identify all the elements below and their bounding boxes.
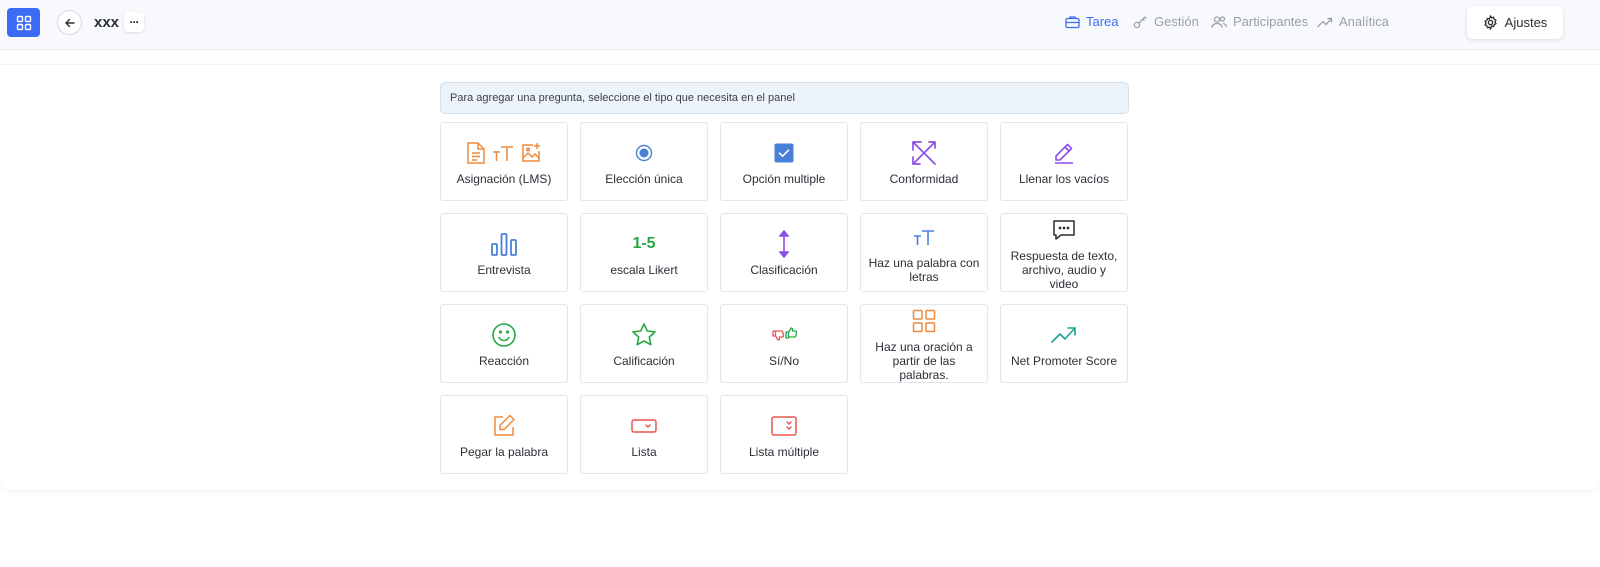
question-type-label: Haz una oración a partir de las palabras…	[875, 339, 973, 382]
trending-up-icon	[1317, 17, 1333, 27]
question-type-tile[interactable]: Opción multiple	[720, 122, 848, 201]
briefcase-icon	[1065, 15, 1080, 28]
checkbox-icon	[774, 143, 794, 162]
settings-button[interactable]: Ajustes	[1467, 6, 1563, 39]
pencil-icon	[1055, 143, 1073, 164]
document-icon	[467, 141, 485, 164]
smile-icon	[492, 322, 516, 347]
question-type-label: escala Likert	[610, 262, 678, 277]
text-size-icon	[493, 145, 513, 161]
question-type-tile[interactable]: Conformidad	[860, 122, 988, 201]
question-type-label: Opción multiple	[742, 171, 826, 186]
hint-banner: Para agregar una pregunta, seleccione el…	[440, 82, 1129, 114]
question-type-tile[interactable]: 1-5 escala Likert	[580, 213, 708, 292]
project-title: xxx	[94, 14, 120, 31]
question-type-tile[interactable]: Calificación	[580, 304, 708, 383]
tab-label: Gestión	[1154, 14, 1199, 29]
question-type-tile[interactable]: Haz una oración a partir de las palabras…	[860, 304, 988, 383]
match-arrows-icon	[912, 140, 936, 165]
top-bar: xxx ··· Tarea Gestión Participantes Anal…	[0, 0, 1600, 50]
question-type-tile[interactable]: Asignación (LMS)	[440, 122, 568, 201]
arrow-left-icon	[64, 18, 75, 27]
question-type-grid: Asignación (LMS) Elección única Opción m…	[440, 122, 1129, 474]
likert-scale-icon: 1-5	[632, 234, 656, 252]
tab-label: Tarea	[1086, 14, 1119, 29]
question-type-label: Pegar la palabra	[459, 444, 549, 459]
question-type-label: Elección única	[605, 171, 683, 186]
question-type-label: Net Promoter Score	[1010, 353, 1118, 368]
settings-label: Ajustes	[1504, 15, 1548, 30]
question-type-tile[interactable]: Entrevista	[440, 213, 568, 292]
question-type-label: Asignación (LMS)	[456, 171, 552, 186]
question-type-tile[interactable]: Reacción	[440, 304, 568, 383]
thumbs-up-icon	[784, 326, 797, 339]
grid-icon	[16, 15, 31, 30]
question-type-label: Llenar los vacíos	[1018, 171, 1110, 186]
question-type-label: Reacción	[478, 353, 530, 368]
image-add-icon	[522, 142, 540, 162]
question-type-label: Sí/No	[768, 353, 799, 368]
question-type-tile[interactable]: Pegar la palabra	[440, 395, 568, 474]
trending-up-icon	[1051, 326, 1076, 343]
question-type-label: Lista múltiple	[748, 444, 820, 459]
text-size-icon	[914, 229, 934, 245]
bar-chart-icon	[491, 232, 517, 256]
question-type-label: Lista	[631, 444, 657, 459]
more-horizontal-icon: ···	[129, 15, 140, 29]
question-type-label: Calificación	[613, 353, 675, 368]
tab-participantes[interactable]: Participantes	[1211, 14, 1308, 29]
question-type-label: Conformidad	[889, 171, 959, 186]
tab-analitica[interactable]: Analítica	[1317, 14, 1389, 29]
tab-label: Analítica	[1339, 14, 1389, 29]
key-icon	[1133, 16, 1147, 28]
multi-dropdown-icon	[771, 415, 797, 436]
tab-label: Participantes	[1233, 14, 1309, 29]
sort-arrows-icon	[778, 229, 790, 258]
dropdown-icon	[631, 418, 657, 433]
gear-icon	[1483, 15, 1497, 30]
question-type-label: Respuesta de texto, archivo, audio y vid…	[1010, 248, 1118, 291]
edit-icon	[494, 414, 515, 436]
question-type-tile[interactable]: Net Promoter Score	[1000, 304, 1128, 383]
question-type-tile[interactable]: Respuesta de texto, archivo, audio y vid…	[1000, 213, 1128, 292]
message-icon	[1053, 219, 1075, 240]
apps-menu-button[interactable]	[7, 8, 40, 37]
question-type-tile[interactable]: Llenar los vacíos	[1000, 122, 1128, 201]
users-icon	[1211, 15, 1227, 28]
grid-icon	[912, 309, 936, 332]
question-type-label: Clasificación	[750, 262, 818, 277]
back-button[interactable]	[57, 10, 82, 35]
question-type-tile[interactable]: Clasificación	[720, 213, 848, 292]
question-type-label: Haz una palabra con letras	[868, 255, 980, 284]
question-type-tile[interactable]: Lista	[580, 395, 708, 474]
tab-tarea[interactable]: Tarea	[1065, 14, 1119, 29]
question-type-label: Entrevista	[477, 262, 531, 277]
more-options-button[interactable]: ···	[124, 12, 144, 32]
question-type-tile[interactable]: Elección única	[580, 122, 708, 201]
star-icon	[632, 322, 656, 345]
thumbs-down-icon	[771, 329, 784, 341]
radio-icon	[635, 144, 653, 161]
tab-gestion[interactable]: Gestión	[1133, 14, 1199, 29]
question-type-tile[interactable]: Lista múltiple	[720, 395, 848, 474]
question-type-tile[interactable]: Haz una palabra con letras	[860, 213, 988, 292]
question-type-tile[interactable]: Sí/No	[720, 304, 848, 383]
